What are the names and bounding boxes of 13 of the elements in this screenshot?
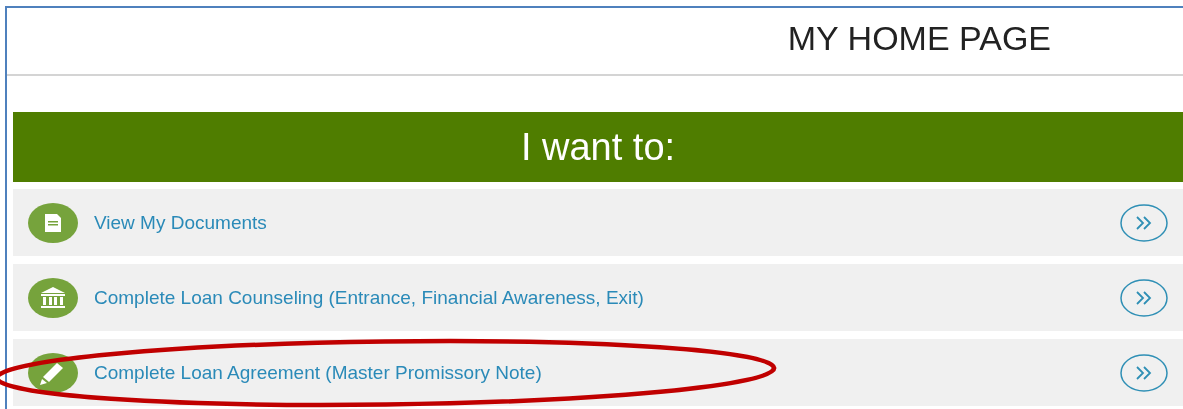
next-button[interactable]	[1119, 277, 1169, 318]
action-link[interactable]: Complete Loan Agreement (Master Promissory Note)	[94, 361, 1119, 384]
action-link[interactable]: View My Documents	[94, 211, 1119, 234]
action-row[interactable]: View My Documents	[13, 189, 1183, 256]
action-link[interactable]: Complete Loan Counseling (Entrance, Financial Awareness, Exit)	[94, 286, 1119, 309]
banner-heading: I want to:	[13, 112, 1183, 182]
action-row[interactable]: Complete Loan Counseling (Entrance, Financial Awareness, Exit)	[13, 264, 1183, 331]
pencil-icon	[28, 352, 78, 393]
next-button[interactable]	[1119, 202, 1169, 243]
building-icon	[28, 277, 78, 318]
page-title: MY HOME PAGE	[787, 18, 1051, 59]
document-icon	[28, 202, 78, 243]
next-button[interactable]	[1119, 352, 1169, 393]
